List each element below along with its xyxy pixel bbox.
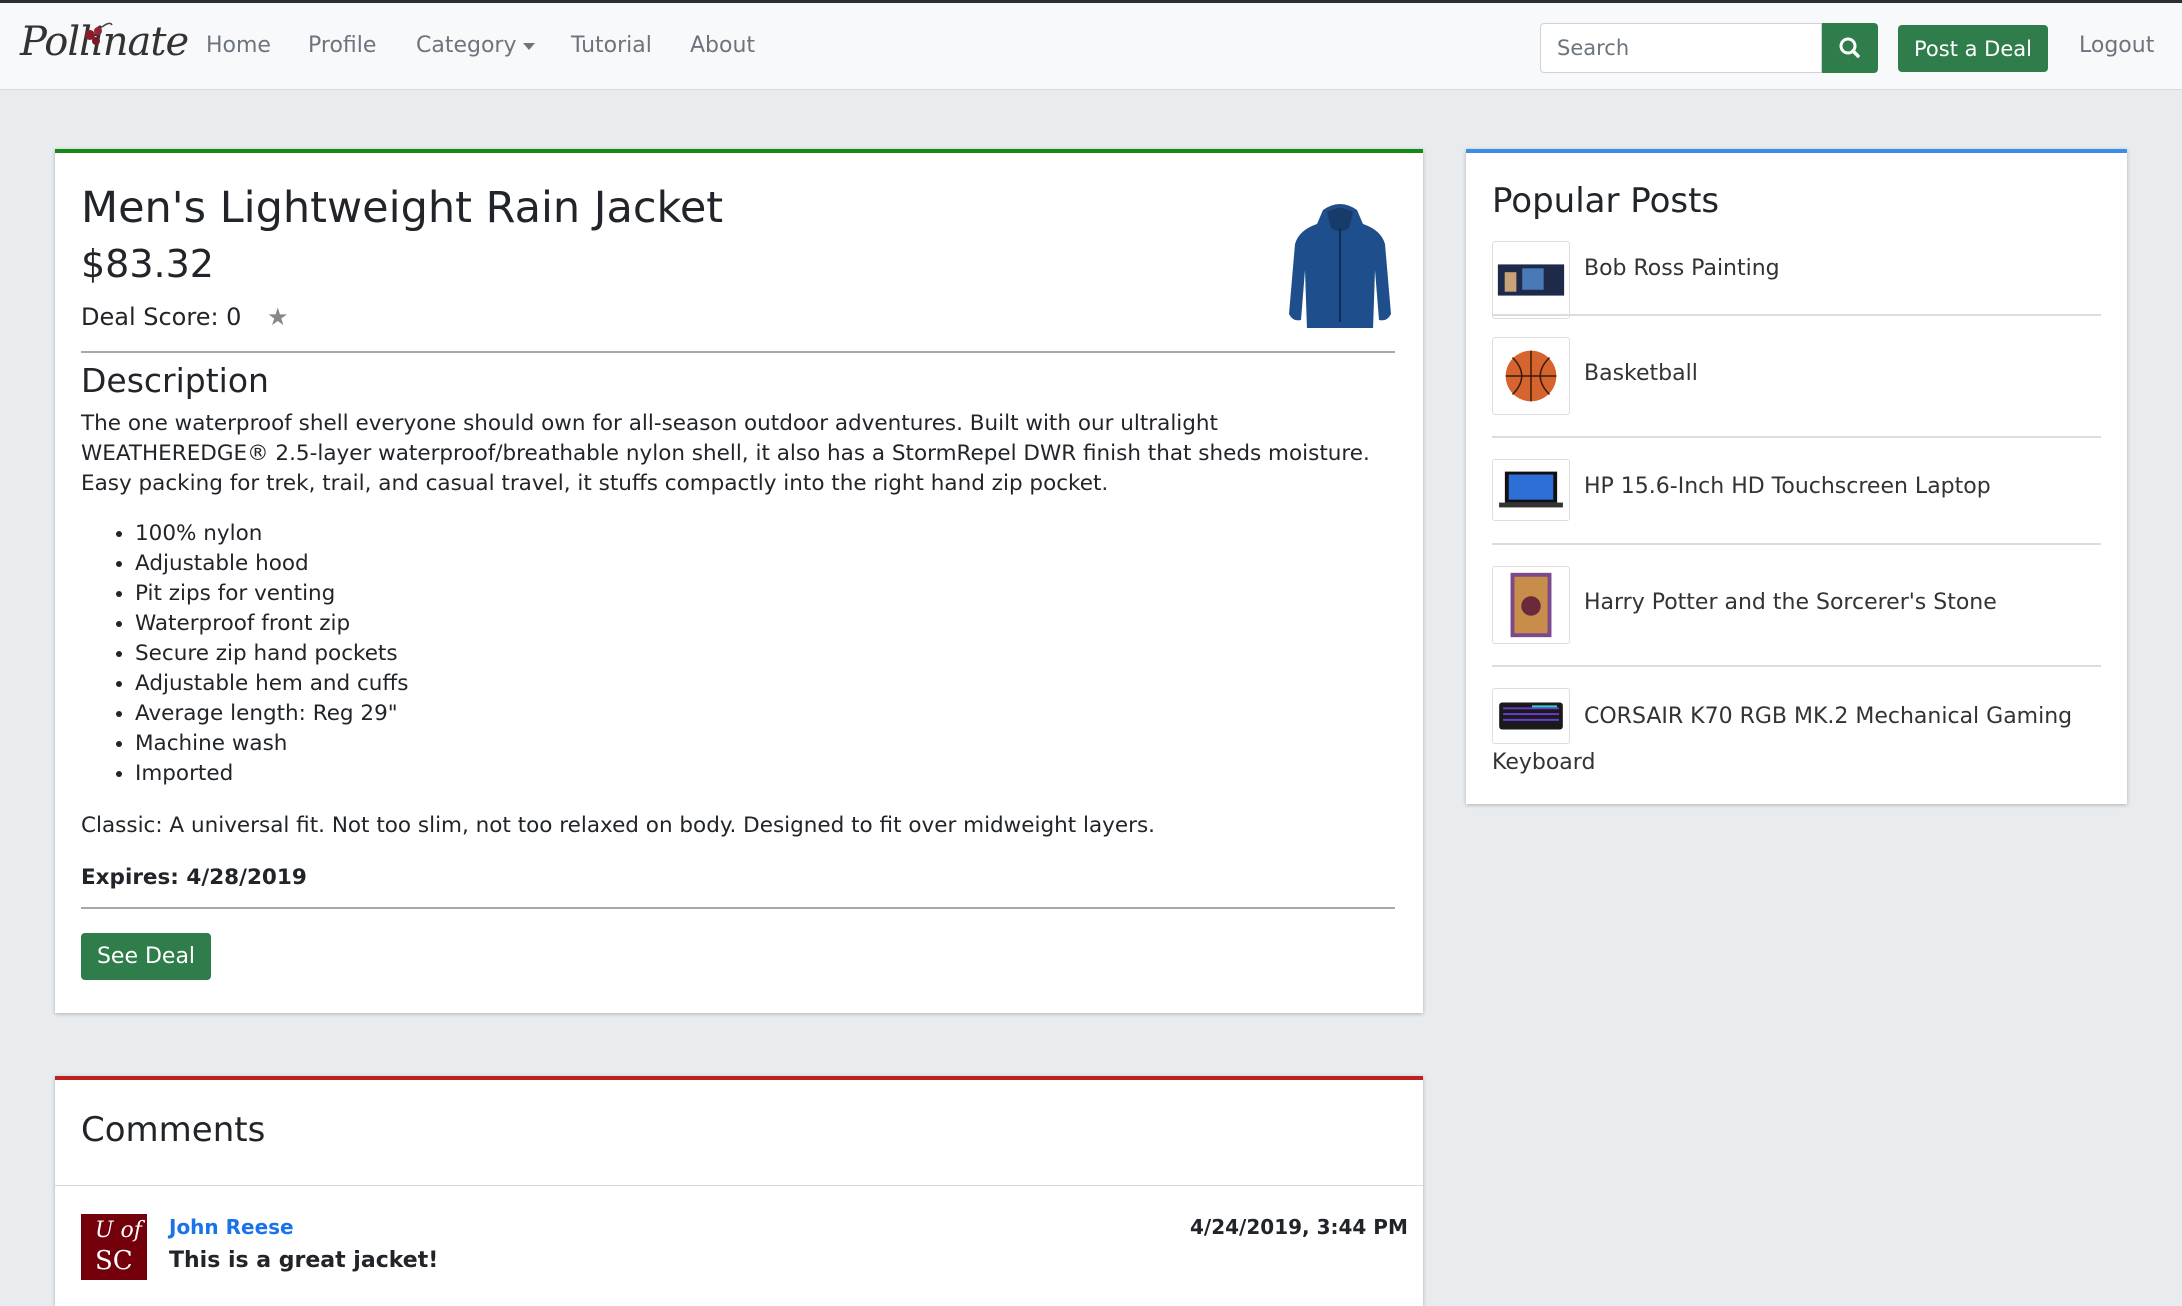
feature-item: Pit zips for venting xyxy=(135,579,408,609)
divider xyxy=(1492,543,2101,545)
feature-item: Imported xyxy=(135,759,408,789)
nav-category-dropdown[interactable]: Category xyxy=(416,33,535,58)
divider xyxy=(81,907,1395,909)
description-text: The one waterproof shell everyone should… xyxy=(81,411,1370,496)
deal-card: Men's Lightweight Rain Jacket $83.32 Dea… xyxy=(55,149,1423,1013)
star-icon[interactable]: ★ xyxy=(267,303,289,331)
popular-posts-card: Popular Posts Bob Ross Painting Basketba… xyxy=(1466,149,2127,804)
jacket-image xyxy=(1289,204,1391,328)
keyboard-thumbnail xyxy=(1492,688,1570,744)
feature-item: Waterproof front zip xyxy=(135,609,408,639)
deal-price: $83.32 xyxy=(81,242,214,286)
popular-item-label: Bob Ross Painting xyxy=(1584,256,1780,281)
nav-category-label: Category xyxy=(416,33,517,58)
flower-icon xyxy=(85,22,113,45)
popular-item-label: Basketball xyxy=(1584,361,1698,386)
comment-date: 4/24/2019, 3:44 PM xyxy=(1190,1215,1408,1239)
avatar-text-bottom: SC xyxy=(95,1246,133,1276)
avatar-text-top: U of xyxy=(95,1218,142,1243)
painting-thumbnail xyxy=(1492,241,1570,319)
divider xyxy=(55,1185,1423,1186)
feature-item: Secure zip hand pockets xyxy=(135,639,408,669)
comments-card: Comments U of SC John Reese 4/24/2019, 3… xyxy=(55,1076,1423,1306)
comment-text: This is a great jacket! xyxy=(169,1248,439,1273)
popular-item-label: HP 15.6-Inch HD Touchscreen Laptop xyxy=(1584,474,1991,499)
book-cover-thumbnail xyxy=(1492,566,1570,644)
nav-profile[interactable]: Profile xyxy=(308,33,376,58)
search-button[interactable] xyxy=(1822,23,1878,73)
description-heading: Description xyxy=(81,361,269,400)
deal-title: Men's Lightweight Rain Jacket xyxy=(81,183,724,233)
feature-item: Average length: Reg 29" xyxy=(135,699,408,729)
divider xyxy=(1492,665,2101,667)
deal-score: Deal Score: 0 xyxy=(81,303,242,331)
caret-down-icon xyxy=(522,42,535,50)
logout-link[interactable]: Logout xyxy=(2079,33,2154,58)
comment-author[interactable]: John Reese xyxy=(169,1215,294,1239)
divider xyxy=(1492,314,2101,316)
feature-list: 100% nylon Adjustable hood Pit zips for … xyxy=(81,519,408,789)
navbar: Pollinate Home Profile Category Tutorial… xyxy=(0,0,2182,90)
nav-tutorial[interactable]: Tutorial xyxy=(571,33,652,58)
avatar[interactable]: U of SC xyxy=(81,1214,147,1280)
post-deal-button[interactable]: Post a Deal xyxy=(1898,25,2048,72)
search-input[interactable] xyxy=(1540,23,1822,73)
popular-item-label: Harry Potter and the Sorcerer's Stone xyxy=(1584,590,1997,615)
brand-logo[interactable]: Pollinate xyxy=(20,13,189,75)
nav-about[interactable]: About xyxy=(690,33,755,58)
basketball-thumbnail xyxy=(1492,337,1570,415)
comments-heading: Comments xyxy=(81,1110,266,1150)
laptop-thumbnail xyxy=(1492,459,1570,521)
expires-text: Expires: 4/28/2019 xyxy=(81,865,307,890)
feature-item: 100% nylon xyxy=(135,519,408,549)
feature-item: Adjustable hem and cuffs xyxy=(135,669,408,699)
feature-item: Machine wash xyxy=(135,729,408,759)
popular-item-label: CORSAIR K70 RGB MK.2 Mechanical Gaming xyxy=(1584,704,2073,729)
popular-item-label-continued: Keyboard xyxy=(1492,750,1596,775)
divider xyxy=(1492,436,2101,438)
popular-heading: Popular Posts xyxy=(1492,181,1720,221)
divider xyxy=(81,351,1395,353)
feature-item: Adjustable hood xyxy=(135,549,408,579)
fit-text: Classic: A universal fit. Not too slim, … xyxy=(81,813,1155,838)
see-deal-button[interactable]: See Deal xyxy=(81,933,211,980)
nav-home[interactable]: Home xyxy=(206,33,271,58)
search-icon xyxy=(1839,37,1860,58)
